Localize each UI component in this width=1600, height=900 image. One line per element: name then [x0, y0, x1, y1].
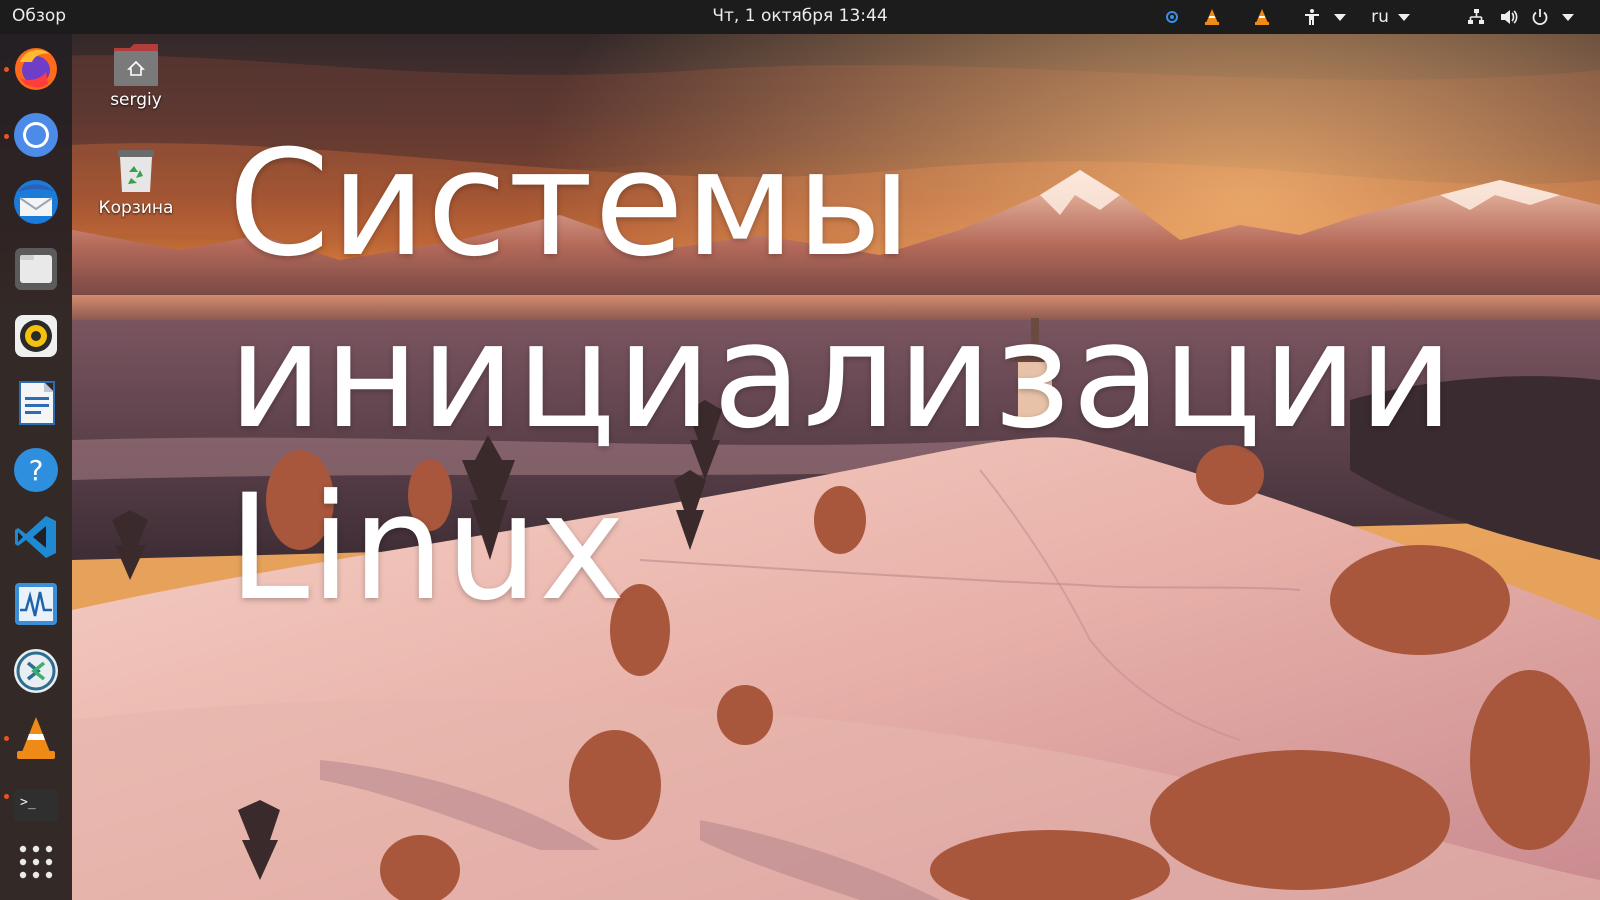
top-bar: Обзор Чт, 1 октября 13:44 ru [0, 0, 1600, 34]
rhythmbox-icon [15, 315, 57, 357]
vlc-tray-icon-2[interactable] [1250, 0, 1274, 34]
network-wired-icon [1468, 9, 1484, 24]
system-monitor-icon [15, 583, 57, 625]
dock-rhythmbox[interactable] [12, 312, 60, 360]
activities-button[interactable]: Обзор [12, 6, 66, 26]
vlc-icon [17, 717, 55, 759]
dock-terminal[interactable]: >_ [12, 781, 60, 829]
dock-libreoffice-writer[interactable] [12, 379, 60, 427]
show-applications-button[interactable] [12, 838, 60, 886]
accessibility-menu[interactable] [1300, 0, 1350, 34]
terminal-icon: >_ [14, 789, 58, 821]
chromium-icon [14, 113, 58, 157]
dock-help[interactable]: ? [12, 446, 60, 494]
desktop-trash[interactable]: Корзина [88, 148, 184, 218]
headline-overlay: Системы инициализации Linux [228, 118, 1454, 634]
headline-line-1: Системы [228, 119, 913, 289]
system-menu[interactable] [1450, 0, 1592, 34]
language-menu[interactable]: ru [1366, 0, 1416, 34]
chevron-down-icon [1397, 14, 1410, 21]
dock-vlc[interactable] [12, 714, 60, 762]
running-indicator [4, 67, 9, 72]
home-folder-icon [114, 44, 158, 86]
clock-datetime[interactable]: Чт, 1 октября 13:44 [712, 6, 887, 26]
svg-text:>_: >_ [20, 795, 36, 810]
running-indicator [4, 134, 9, 139]
chevron-down-icon [1334, 14, 1346, 21]
svg-text:?: ? [29, 454, 44, 487]
accessibility-icon [1305, 9, 1319, 25]
home-folder-label: sergiy [110, 90, 162, 110]
help-icon: ? [14, 448, 58, 492]
app-grid-icon [19, 845, 53, 879]
libreoffice-writer-icon [19, 381, 55, 425]
running-indicator [4, 794, 9, 799]
running-indicator [4, 736, 9, 741]
trash-icon [118, 150, 154, 192]
firefox-icon [15, 48, 57, 90]
vlc-tray-icon[interactable] [1200, 0, 1224, 34]
volume-icon [1501, 10, 1518, 24]
files-icon [15, 248, 57, 290]
chevron-down-icon [1562, 14, 1574, 21]
system-tray: ru [1160, 0, 1600, 34]
desktop-home-folder[interactable]: sergiy [88, 42, 184, 110]
language-label: ru [1371, 7, 1389, 27]
dock-firefox[interactable] [12, 44, 60, 92]
remmina-icon [14, 649, 58, 693]
dock: ? >_ [0, 34, 72, 900]
app-indicator-blue-icon[interactable] [1160, 0, 1184, 34]
thunderbird-icon [14, 180, 58, 224]
power-icon [1532, 9, 1548, 26]
dock-vscode[interactable] [12, 513, 60, 561]
trash-label: Корзина [98, 198, 174, 218]
dock-thunderbird[interactable] [12, 178, 60, 226]
headline-line-3: Linux [228, 463, 627, 633]
dock-files[interactable] [12, 245, 60, 293]
headline-line-2: инициализации [228, 291, 1455, 461]
vscode-icon [15, 516, 56, 558]
dock-system-monitor[interactable] [12, 580, 60, 628]
dock-chromium[interactable] [12, 111, 60, 159]
dock-remmina[interactable] [12, 647, 60, 695]
